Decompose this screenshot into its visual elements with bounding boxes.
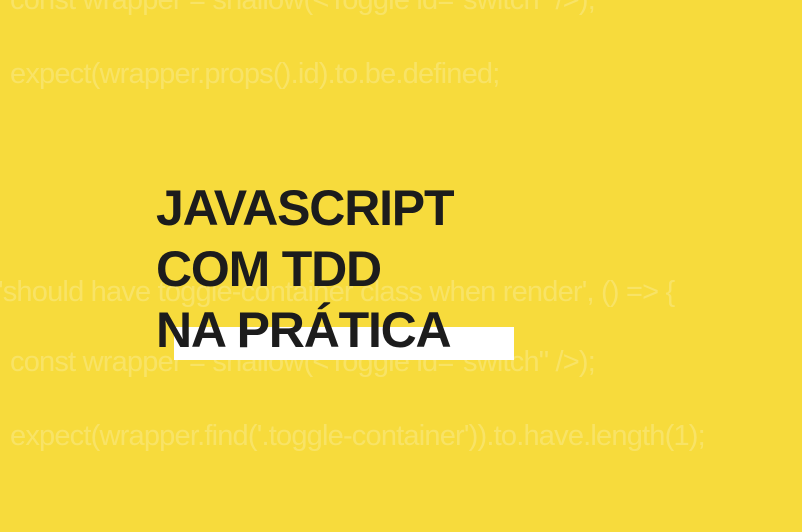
title-line-2: COM TDD	[156, 241, 382, 297]
code-line: expect(wrapper.props().id).to.be.defined…	[10, 58, 500, 90]
title-line-1: JAVASCRIPT	[156, 180, 455, 236]
code-line: expect(wrapper.find('.toggle-container')…	[10, 420, 706, 452]
page-title: JAVASCRIPT COM TDD NA PRÁTICA	[156, 178, 455, 361]
title-line-3: NA PRÁTICA	[156, 302, 452, 358]
code-line: const wrapper = shallow(<Toggle id="swit…	[10, 0, 596, 16]
